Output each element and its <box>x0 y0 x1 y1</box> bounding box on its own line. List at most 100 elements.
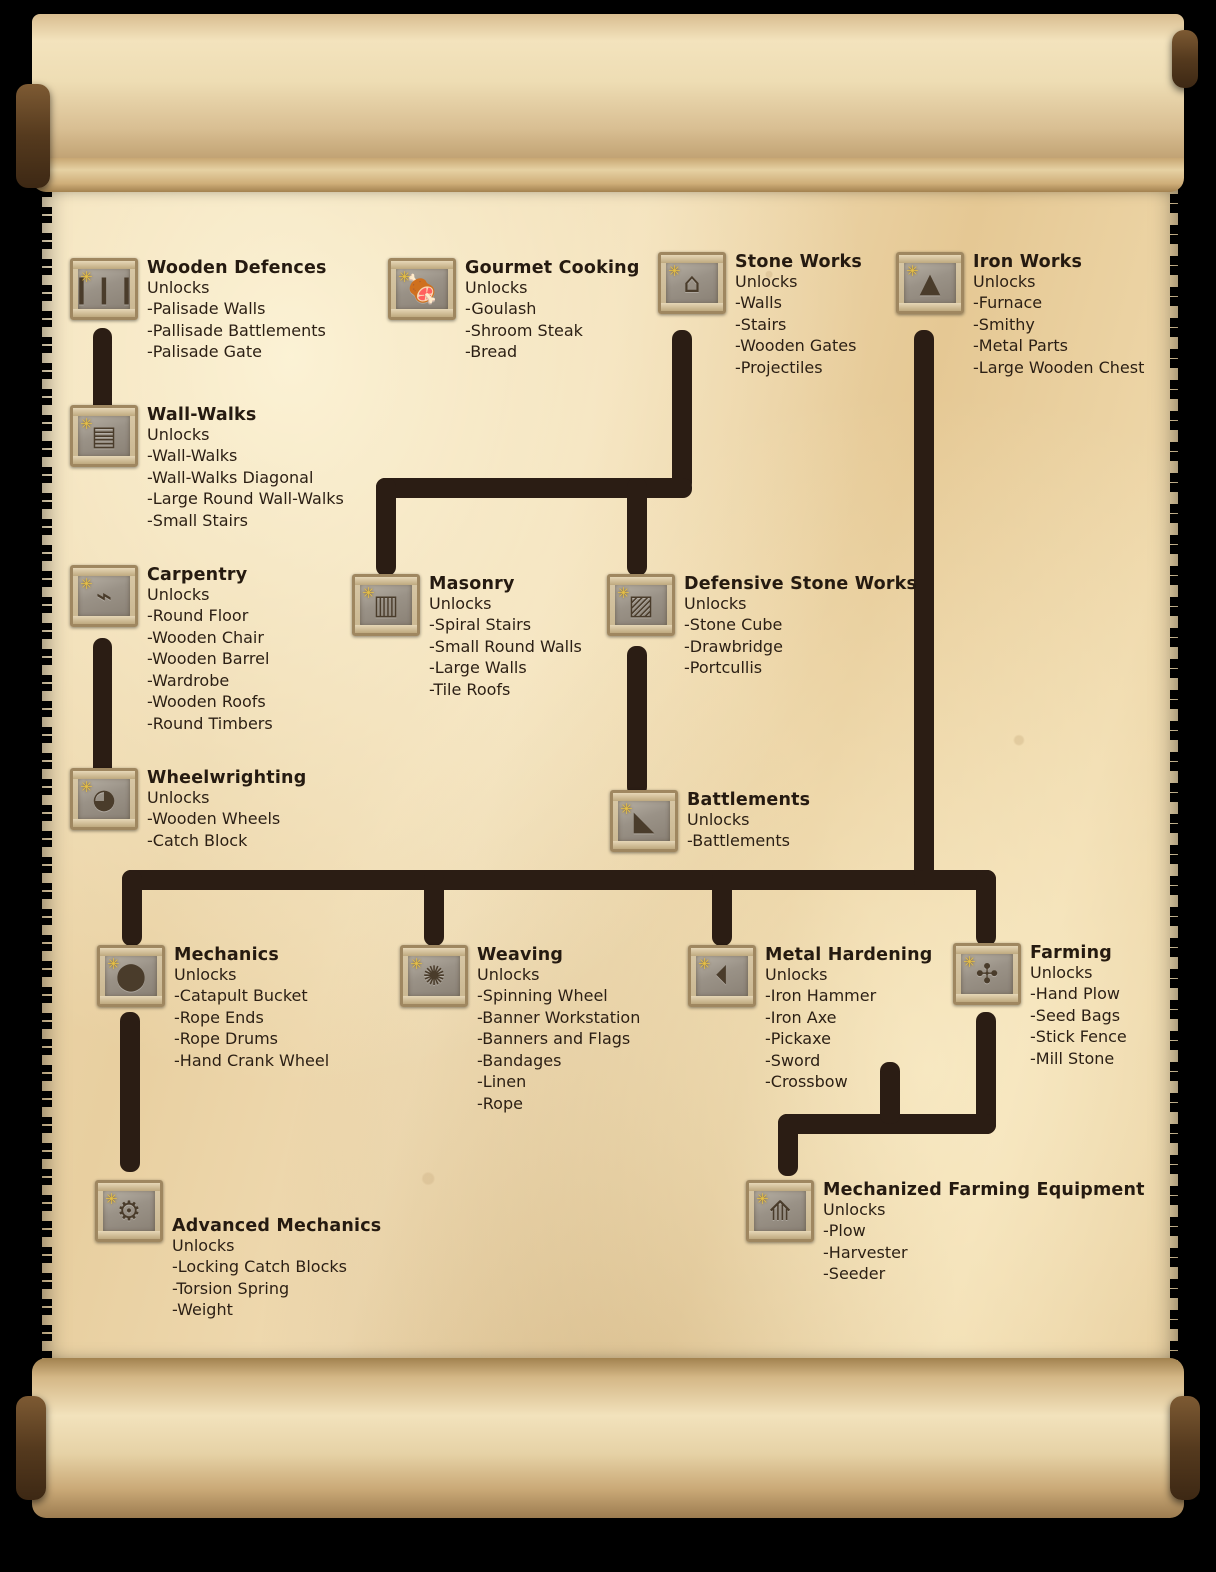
star-icon: ✳ <box>80 778 93 796</box>
unlock-item: Metal Parts <box>973 335 1144 357</box>
unlock-item: Palisade Gate <box>147 341 327 363</box>
unlock-item: Stairs <box>735 314 862 336</box>
unlock-item: Wall-Walks Diagonal <box>147 467 344 489</box>
node-mechanics[interactable]: ⬤ ✳ Mechanics Unlocks Catapult BucketRop… <box>97 945 329 1071</box>
unlock-item: Locking Catch Blocks <box>172 1256 381 1278</box>
node-title: Mechanized Farming Equipment <box>823 1180 1145 1200</box>
node-title: Gourmet Cooking <box>465 258 640 278</box>
unlock-item: Wall-Walks <box>147 445 344 467</box>
unlock-item: Wooden Barrel <box>147 648 273 670</box>
unlock-item: Banners and Flags <box>477 1028 640 1050</box>
unlocks-label: Unlocks <box>465 278 528 297</box>
star-icon: ✳ <box>107 955 120 973</box>
star-icon: ✳ <box>756 1190 769 1208</box>
unlock-item: Shroom Steak <box>465 320 640 342</box>
unlocks-list: WallsStairsWooden GatesProjectiles <box>735 292 862 378</box>
unlock-item: Stick Fence <box>1030 1026 1127 1048</box>
stone-blocks-icon: ▥ ✳ <box>352 574 420 636</box>
node-stone-works[interactable]: ⌂ ✳ Stone Works Unlocks WallsStairsWoode… <box>658 252 862 378</box>
node-title: Stone Works <box>735 252 862 272</box>
node-title: Wooden Defences <box>147 258 327 278</box>
unlock-item: Walls <box>735 292 862 314</box>
node-mechanized-farming-equipment[interactable]: ⟰ ✳ Mechanized Farming Equipment Unlocks… <box>746 1180 1145 1285</box>
node-title: Carpentry <box>147 565 248 585</box>
unlock-item: Pickaxe <box>765 1028 932 1050</box>
unlocks-label: Unlocks <box>823 1200 886 1219</box>
unlocks-list: Locking Catch BlocksTorsion SpringWeight <box>172 1256 381 1321</box>
cooked-meat-icon: 🍖 ✳ <box>388 258 456 320</box>
palisade-stakes-icon: ❙❙❙ ✳ <box>70 258 138 320</box>
unlock-item: Wooden Gates <box>735 335 862 357</box>
unlock-item: Small Round Walls <box>429 636 582 658</box>
unlock-item: Wooden Chair <box>147 627 273 649</box>
battlement-icon: ◣ ✳ <box>610 790 678 852</box>
unlocks-list: PlowHarvesterSeeder <box>823 1220 1145 1285</box>
unlock-item: Furnace <box>973 292 1144 314</box>
node-iron-works[interactable]: ▲ ✳ Iron Works Unlocks FurnaceSmithyMeta… <box>896 252 1144 378</box>
node-title: Wall-Walks <box>147 405 257 425</box>
unlock-item: Sword <box>765 1050 932 1072</box>
unlock-item: Seed Bags <box>1030 1005 1127 1027</box>
unlocks-label: Unlocks <box>147 585 210 604</box>
unlock-item: Wardrobe <box>147 670 273 692</box>
unlock-item: Hand Crank Wheel <box>174 1050 329 1072</box>
node-wheelwrighting[interactable]: ◕ ✳ Wheelwrighting Unlocks Wooden Wheels… <box>70 768 306 851</box>
unlock-item: Banner Workstation <box>477 1007 640 1029</box>
unlocks-list: Round FloorWooden ChairWooden BarrelWard… <box>147 605 273 734</box>
node-title: Masonry <box>429 574 515 594</box>
star-icon: ✳ <box>620 800 633 818</box>
unlocks-label: Unlocks <box>147 425 210 444</box>
node-gourmet-cooking[interactable]: 🍖 ✳ Gourmet Cooking Unlocks GoulashShroo… <box>388 258 640 363</box>
star-icon: ✳ <box>398 268 411 286</box>
unlock-item: Harvester <box>823 1242 1145 1264</box>
node-farming[interactable]: ✣ ✳ Farming Unlocks Hand PlowSeed BagsSt… <box>953 943 1127 1069</box>
node-title: Wheelwrighting <box>147 768 307 788</box>
node-masonry[interactable]: ▥ ✳ Masonry Unlocks Spiral StairsSmall R… <box>352 574 582 700</box>
node-carpentry[interactable]: ⌁ ✳ Carpentry Unlocks Round FloorWooden … <box>70 565 273 734</box>
unlock-item: Catapult Bucket <box>174 985 329 1007</box>
scroll-rod-top-left <box>16 84 50 188</box>
unlock-item: Large Wooden Chest <box>973 357 1145 379</box>
unlocks-list: GoulashShroom SteakBread <box>465 298 640 363</box>
node-title: Farming <box>1030 943 1112 963</box>
harvester-icon: ⟰ ✳ <box>746 1180 814 1242</box>
unlock-item: Battlements <box>687 830 810 852</box>
torsion-spring-icon: ⚙ ✳ <box>95 1180 163 1242</box>
star-icon: ✳ <box>906 262 919 280</box>
star-icon: ✳ <box>963 953 976 971</box>
unlock-item: Plow <box>823 1220 1145 1242</box>
star-icon: ✳ <box>80 575 93 593</box>
node-wall-walks[interactable]: ▤ ✳ Wall-Walks Unlocks Wall-WalksWall-Wa… <box>70 405 344 531</box>
scroll-rod-bottom-right <box>1170 1396 1200 1500</box>
unlocks-label: Unlocks <box>477 965 540 984</box>
unlock-item: Projectiles <box>735 357 862 379</box>
unlocks-label: Unlocks <box>765 965 828 984</box>
scroll-bottom-roll <box>32 1358 1184 1518</box>
unlock-item: Hand Plow <box>1030 983 1127 1005</box>
node-wooden-defences[interactable]: ❙❙❙ ✳ Wooden Defences Unlocks Palisade W… <box>70 258 327 363</box>
wall-walk-icon: ▤ ✳ <box>70 405 138 467</box>
unlocks-list: Wooden WheelsCatch Block <box>147 808 306 851</box>
node-defensive-stone-works[interactable]: ▨ ✳ Defensive Stone Works Unlocks Stone … <box>607 574 917 679</box>
unlocks-label: Unlocks <box>147 278 210 297</box>
star-icon: ✳ <box>80 415 93 433</box>
node-weaving[interactable]: ✺ ✳ Weaving Unlocks Spinning WheelBanner… <box>400 945 640 1114</box>
unlocks-list: Spiral StairsSmall Round WallsLarge Wall… <box>429 614 582 700</box>
unlocks-list: Wall-WalksWall-Walks DiagonalLarge Round… <box>147 445 344 531</box>
star-icon: ✳ <box>668 262 681 280</box>
unlock-item: Round Timbers <box>147 713 273 735</box>
saw-bench-icon: ⌁ ✳ <box>70 565 138 627</box>
unlock-item: Rope <box>477 1093 640 1115</box>
unlock-item: Bandages <box>477 1050 640 1072</box>
scroll-rod-bottom-left <box>16 1396 46 1500</box>
node-advanced-mechanics[interactable]: ⚙ ✳ Advanced Mechanics Unlocks Locking C… <box>95 1180 381 1321</box>
unlock-item: Mill Stone <box>1030 1048 1127 1070</box>
node-title: Advanced Mechanics <box>172 1216 382 1236</box>
hand-plow-icon: ✣ ✳ <box>953 943 1021 1005</box>
node-battlements[interactable]: ◣ ✳ Battlements Unlocks Battlements <box>610 790 810 852</box>
node-metal-hardening[interactable]: ⏴ ✳ Metal Hardening Unlocks Iron HammerI… <box>688 945 932 1093</box>
unlock-item: Linen <box>477 1071 640 1093</box>
unlocks-list: Hand PlowSeed BagsStick FenceMill Stone <box>1030 983 1127 1069</box>
unlock-item: Wooden Roofs <box>147 691 273 713</box>
unlock-item: Crossbow <box>765 1071 932 1093</box>
